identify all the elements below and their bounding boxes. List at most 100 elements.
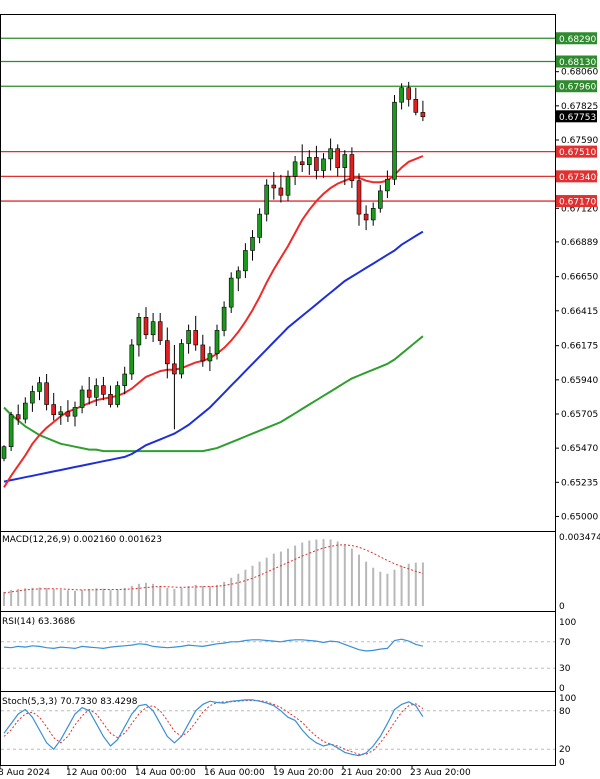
candle-body (349, 154, 355, 182)
candle-body (321, 158, 326, 171)
rsi-tick-label: 30 (559, 664, 571, 674)
candle-body (8, 414, 14, 447)
candle-body (314, 157, 319, 171)
candle-body (299, 161, 305, 166)
candle-body (399, 87, 404, 103)
stoch-tick-label: 0 (559, 758, 565, 768)
rsi-tick-label: 100 (559, 618, 576, 628)
candle-body (115, 385, 120, 405)
x-tick-label: 16 Aug 00:00 (204, 768, 265, 775)
candle-body (79, 389, 85, 408)
price-tick-label: 0.66415 (561, 307, 598, 317)
candle-body (413, 99, 419, 113)
price-tick-label: 0.65705 (561, 410, 598, 420)
price-level-label: 0.67340 (559, 173, 596, 183)
candle-body (264, 184, 270, 215)
macd-tick-label: 0.003474 (559, 533, 600, 543)
rsi-panel-frame (0, 611, 556, 692)
price-panel-frame (0, 14, 556, 532)
candle-body (356, 180, 362, 215)
candle-body (165, 340, 170, 365)
candle-body (65, 411, 71, 417)
candle-body (143, 317, 149, 336)
price-tick-label: 0.65940 (561, 376, 598, 386)
price-tick-label: 0.65000 (561, 512, 598, 522)
macd-tick-label: 0 (559, 602, 565, 612)
stoch-tick-label: 20 (559, 745, 571, 755)
price-tick-label: 0.66650 (561, 273, 598, 283)
candle-body (292, 161, 298, 177)
ma-green-series (3, 335, 424, 453)
candle-body (392, 101, 397, 180)
candle-body (179, 343, 184, 375)
stoch-k-series (3, 699, 424, 757)
candle-body (285, 176, 291, 196)
candle-body (44, 382, 49, 405)
candle-body (214, 330, 220, 354)
rsi-tick-label: 70 (559, 638, 571, 648)
candle-body (200, 344, 206, 362)
price-level-label: 0.67170 (559, 198, 596, 208)
candle-body (363, 213, 369, 221)
candle-body (370, 208, 376, 221)
candle-body (342, 154, 348, 168)
candle-body (30, 391, 35, 404)
candle-body (15, 414, 21, 420)
candle-body (150, 321, 156, 336)
forex-chart: 0.680600.678250.675900.673550.671200.668… (0, 14, 600, 778)
stoch-tick-label: 80 (559, 707, 571, 717)
macd-layer (3, 539, 424, 606)
candle-body (257, 213, 262, 238)
candle-body (51, 404, 57, 416)
stoch-d-series (3, 700, 424, 755)
x-tick-label: 21 Aug 20:00 (341, 768, 402, 775)
candle-body (328, 148, 333, 160)
candle-body (94, 385, 99, 398)
candle-body (58, 411, 64, 416)
price-tick-label: 0.66175 (561, 342, 598, 352)
price-level-label: 0.67960 (559, 83, 596, 93)
x-tick-label: 19 Aug 20:00 (273, 768, 334, 775)
x-tick-label: 8 Aug 2024 (0, 768, 50, 775)
rsi-tick-label: 0 (559, 684, 565, 694)
rsi-label: RSI(14) 63.3686 (2, 617, 75, 627)
stoch-label: Stoch(5,3,3) 70.7330 83.4298 (2, 697, 138, 707)
candle-body (172, 363, 177, 375)
candle-body (101, 385, 106, 395)
candle-body (377, 190, 383, 209)
price-level-label: 0.68290 (559, 35, 596, 45)
price-level-label: 0.68130 (559, 58, 596, 68)
macd-signal-series (3, 544, 424, 594)
candle-body (129, 344, 135, 375)
stoch-tick-label: 100 (559, 694, 576, 704)
candle-body (385, 178, 390, 192)
candle-body (186, 330, 191, 344)
x-tick-label: 12 Aug 00:00 (66, 768, 127, 775)
x-tick-label: 23 Aug 20:00 (410, 768, 471, 775)
candle-body (278, 187, 284, 196)
candle-body (108, 394, 113, 405)
candle-body (122, 373, 127, 386)
stoch-layer (1, 699, 555, 757)
macd-label: MACD(12,26,9) 0.002160 0.001623 (2, 535, 162, 545)
candle-body (306, 157, 312, 166)
price-tick-label: 0.68060 (561, 68, 598, 78)
price-tick-label: 0.66889 (561, 238, 598, 248)
candle-body (1, 446, 7, 459)
candle-body (228, 277, 234, 308)
candle-body (250, 237, 255, 251)
candle-body (236, 270, 241, 279)
price-tick-label: 0.67590 (561, 136, 598, 146)
price-level-label: 0.67510 (559, 148, 596, 158)
candle-body (157, 321, 163, 341)
candle-body (72, 407, 78, 417)
candle-body (420, 112, 426, 118)
candle-body (22, 402, 28, 420)
candle-body (207, 353, 213, 362)
price-tick-label: 0.65470 (561, 444, 598, 454)
rsi-series (3, 638, 424, 652)
x-tick-label: 14 Aug 00:00 (135, 768, 196, 775)
rsi-layer (1, 638, 555, 669)
candle-body (335, 148, 341, 168)
candle-body (406, 87, 412, 100)
